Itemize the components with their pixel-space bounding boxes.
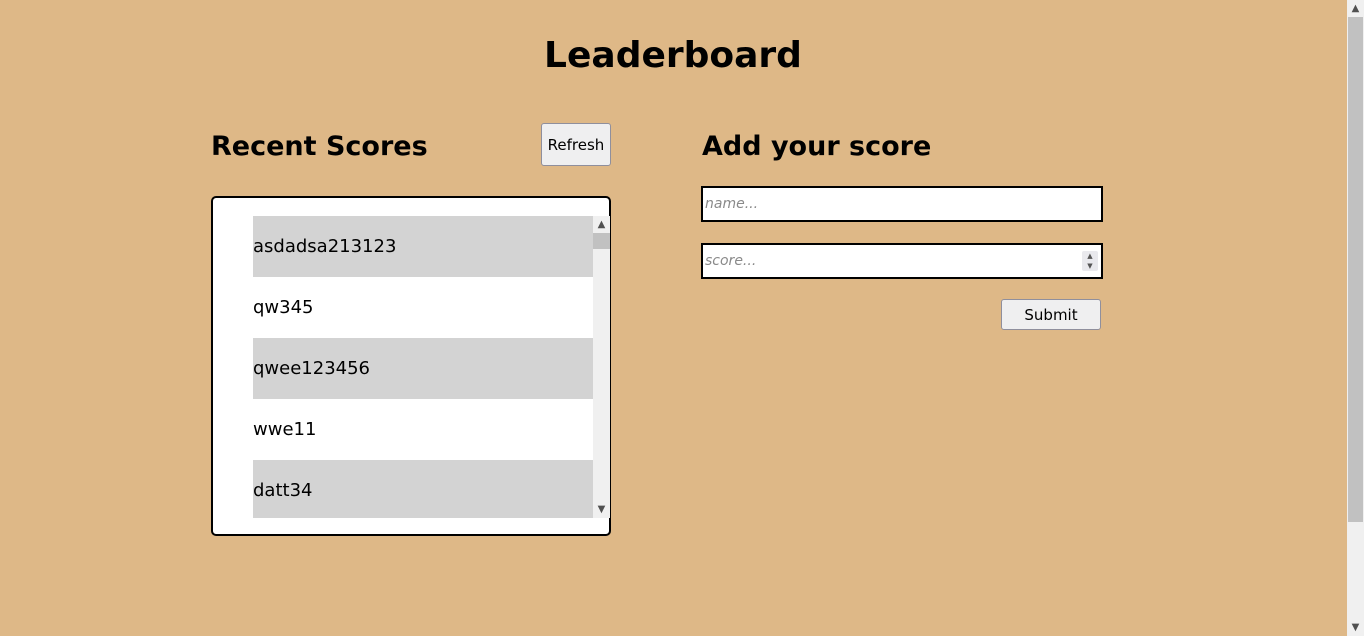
recent-scores-title: Recent Scores: [211, 131, 428, 162]
list-item: asdadsa213123: [253, 216, 593, 277]
add-score-title: Add your score: [702, 131, 932, 162]
list-item: qw345: [253, 277, 593, 338]
chevron-up-icon[interactable]: ▲: [593, 216, 610, 233]
score-stepper[interactable]: ▲ ▼: [1082, 251, 1098, 271]
score-list-scrollbar[interactable]: ▲ ▼: [593, 216, 610, 518]
list-item: datt34: [253, 460, 593, 518]
chevron-down-icon[interactable]: ▼: [593, 501, 610, 518]
score-entry-name: datt34: [253, 480, 313, 501]
score-entry-name: asdadsa213123: [253, 236, 397, 257]
chevron-up-icon[interactable]: ▲: [1347, 0, 1364, 17]
score-list-scrollbar-thumb[interactable]: [593, 233, 610, 249]
score-input-wrapper: ▲ ▼: [701, 243, 1103, 279]
recent-scores-list-box: asdadsa213123 qw345 qwee123456 wwe11 dat…: [211, 196, 611, 536]
refresh-button[interactable]: Refresh: [541, 123, 611, 166]
score-list[interactable]: asdadsa213123 qw345 qwee123456 wwe11 dat…: [253, 216, 593, 518]
chevron-down-icon[interactable]: ▼: [1082, 261, 1098, 271]
list-item: qwee123456: [253, 338, 593, 399]
chevron-up-icon[interactable]: ▲: [1082, 251, 1098, 261]
name-input[interactable]: [701, 186, 1103, 222]
chevron-down-icon[interactable]: ▼: [1347, 619, 1364, 636]
score-entry-name: wwe11: [253, 419, 317, 440]
score-entry-name: qwee123456: [253, 358, 371, 379]
submit-button[interactable]: Submit: [1001, 299, 1101, 330]
page-scrollbar-thumb[interactable]: [1348, 17, 1363, 522]
leaderboard-page: Leaderboard Recent Scores Refresh asdads…: [0, 0, 1364, 636]
list-item: wwe11: [253, 399, 593, 460]
score-entry-name: qw345: [253, 297, 314, 318]
page-title: Leaderboard: [544, 35, 802, 76]
page-scrollbar[interactable]: ▲ ▼: [1347, 0, 1364, 636]
score-input[interactable]: [703, 245, 1077, 277]
